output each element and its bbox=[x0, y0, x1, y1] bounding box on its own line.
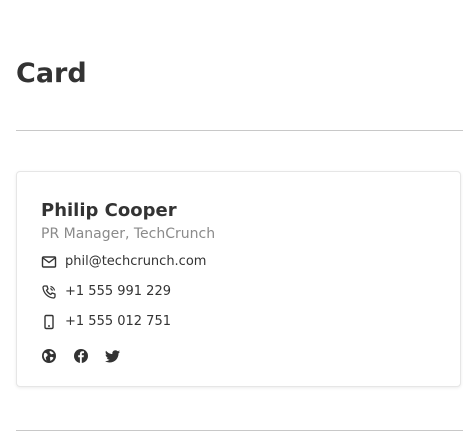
social-links bbox=[41, 348, 137, 364]
page: Card Philip Cooper PR Manager, TechCrunc… bbox=[0, 0, 463, 431]
phone-icon bbox=[41, 284, 57, 300]
phone-number[interactable]: +1 555 991 229 bbox=[65, 283, 171, 301]
twitter-icon[interactable] bbox=[105, 348, 121, 364]
contact-name: Philip Cooper bbox=[41, 200, 177, 221]
email-row[interactable]: phil@techcrunch.com bbox=[41, 253, 206, 271]
contact-role: PR Manager, TechCrunch bbox=[41, 226, 216, 242]
page-title: Card bbox=[16, 58, 87, 89]
mail-icon bbox=[41, 254, 57, 270]
email-link[interactable]: phil@techcrunch.com bbox=[65, 253, 206, 271]
globe-icon[interactable] bbox=[41, 348, 57, 364]
mobile-row[interactable]: +1 555 012 751 bbox=[41, 313, 171, 331]
mobile-number[interactable]: +1 555 012 751 bbox=[65, 313, 171, 331]
contact-card: Philip Cooper PR Manager, TechCrunch phi… bbox=[16, 171, 461, 387]
top-divider bbox=[16, 130, 463, 131]
facebook-icon[interactable] bbox=[73, 348, 89, 364]
phone-row[interactable]: +1 555 991 229 bbox=[41, 283, 171, 301]
mobile-icon bbox=[41, 314, 57, 330]
